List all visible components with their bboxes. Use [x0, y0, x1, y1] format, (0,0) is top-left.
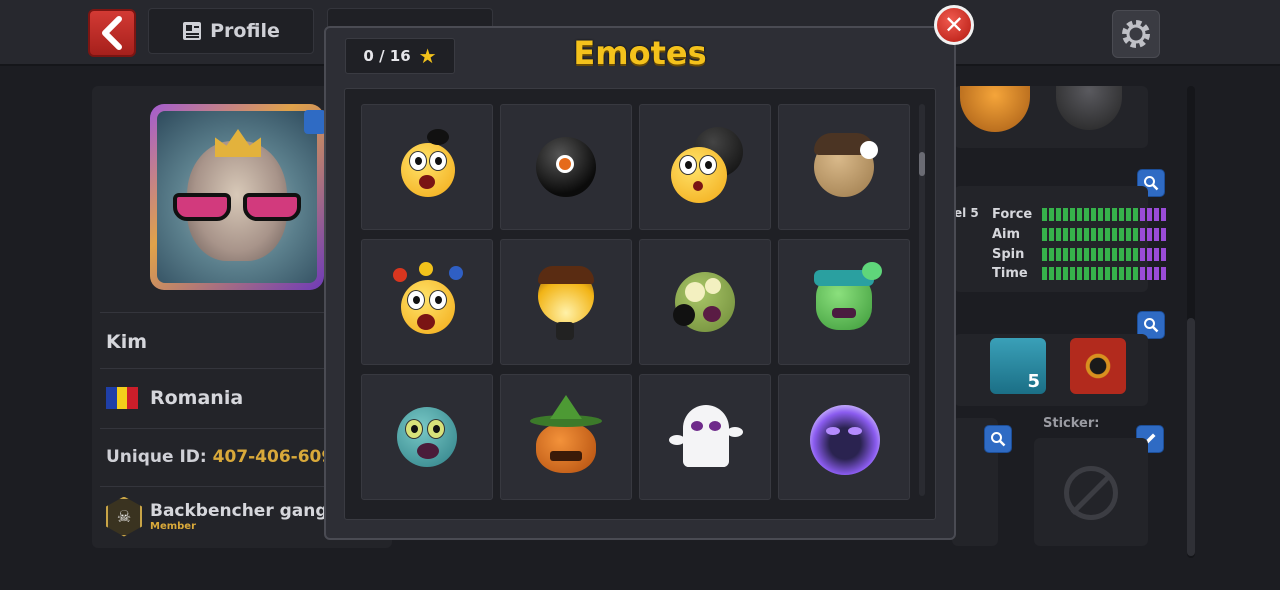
zombie-eating-ball-emote-icon [665, 262, 745, 342]
shocked-eight-ball-emote-icon [665, 127, 745, 207]
unique-id-value: 407-406-609-8 [212, 447, 330, 467]
profile-card-icon [183, 22, 202, 40]
frankenstein-emote-icon [804, 262, 884, 342]
magnifier-icon [991, 432, 1006, 447]
emote-counter-value: 0 / 16 [363, 47, 411, 65]
trophy-count: 5 [1027, 371, 1040, 392]
emote-tile[interactable] [778, 374, 910, 500]
stat-bar [1042, 248, 1166, 261]
pumpkin-witch-emote-icon [526, 395, 606, 477]
country-name: Romania [150, 386, 244, 409]
stat-bar [1042, 228, 1166, 241]
crown-icon [215, 129, 261, 157]
tab-profile[interactable]: Profile [148, 8, 314, 54]
sticker-label: Sticker: [1043, 416, 1100, 431]
edit-avatar-icon[interactable] [304, 110, 326, 134]
emote-tile[interactable] [639, 374, 771, 500]
stat-row-spin: Spin [992, 247, 1166, 262]
unique-id-label: Unique ID: [106, 447, 207, 467]
emote-tile[interactable] [639, 239, 771, 365]
emote-scrollbar-thumb[interactable] [919, 152, 925, 176]
unique-id-row: Unique ID: 407-406-609-8 [100, 428, 330, 484]
zombie-blue-emote-icon [387, 397, 467, 477]
ghost-emote-icon [665, 397, 745, 477]
stat-row-time: Time [992, 266, 1166, 281]
frame-search-button[interactable] [984, 425, 1012, 453]
eight-ball-emote-icon [526, 127, 606, 207]
magnifier-icon [1144, 318, 1159, 333]
no-sticker-icon [1064, 466, 1118, 520]
emote-tile[interactable] [639, 104, 771, 230]
club-role: Member [150, 521, 197, 532]
back-button[interactable] [88, 9, 136, 57]
purple-spirit-emote-icon [804, 397, 884, 477]
emote-tile[interactable] [778, 104, 910, 230]
gear-icon [1122, 20, 1150, 48]
cue-level-text: el 5 [954, 206, 979, 220]
tab-profile-label: Profile [210, 20, 280, 42]
stat-row-force: Force [992, 207, 1166, 222]
modal-title: Emotes [573, 34, 707, 72]
stat-label: Aim [992, 227, 1021, 242]
trophy-icon: 5 [990, 338, 1046, 394]
stat-bar [1042, 208, 1166, 221]
chevron-left-icon [102, 16, 122, 50]
emote-tile[interactable] [361, 374, 493, 500]
stat-label: Force [992, 207, 1033, 222]
emote-tile[interactable] [500, 239, 632, 365]
club-row[interactable]: ☠ Backbencher gang Member [100, 486, 330, 546]
emote-tile[interactable] [361, 104, 493, 230]
emote-tile[interactable] [361, 239, 493, 365]
stat-row-aim: Aim [992, 227, 1166, 242]
avatar-image [157, 111, 317, 283]
skull-club-icon: ☠ [106, 496, 142, 537]
zombie-player-emote-icon [804, 127, 884, 207]
page-scrollbar-thumb[interactable] [1187, 318, 1195, 556]
emote-tile[interactable] [778, 239, 910, 365]
stat-label: Time [992, 266, 1028, 281]
avatar[interactable] [150, 104, 324, 290]
club-name: Backbencher gang [150, 501, 328, 521]
sunglasses-shape [173, 193, 301, 223]
spider-scared-emote-icon [387, 127, 467, 207]
close-icon: ✕ [943, 11, 965, 39]
stat-label: Spin [992, 247, 1025, 262]
target-icon [1070, 338, 1126, 394]
flashlight-face-emote-icon [526, 262, 606, 342]
star-icon: ★ [418, 44, 437, 68]
stat-bar [1042, 267, 1166, 280]
emote-tile[interactable] [500, 104, 632, 230]
player-name: Kim [100, 312, 330, 366]
settings-button[interactable] [1112, 10, 1160, 58]
country-row: Romania [100, 368, 330, 426]
juggling-balls-emote-icon [387, 262, 467, 342]
emote-counter: 0 / 16 ★ [345, 38, 455, 74]
close-button[interactable]: ✕ [934, 5, 974, 45]
emote-tile[interactable] [500, 374, 632, 500]
romania-flag-icon [106, 386, 139, 409]
